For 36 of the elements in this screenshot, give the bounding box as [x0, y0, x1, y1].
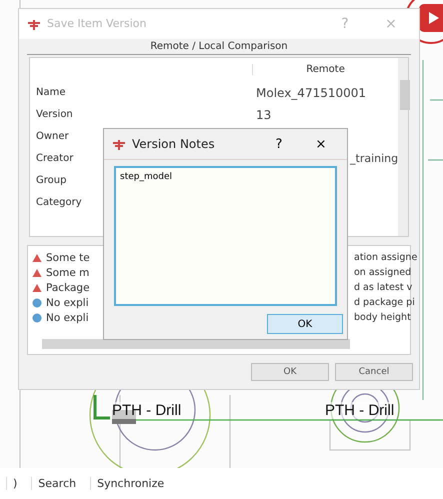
table-cell-text: Name: [35, 87, 66, 98]
pad-label: PTH - Drill: [325, 402, 394, 419]
app-icon: [27, 18, 41, 30]
table-cell-text: Version: [35, 109, 73, 120]
section-title: Remote / Local Comparison: [27, 38, 411, 55]
toolbar-tab[interactable]: ): [6, 477, 24, 490]
ok-button[interactable]: OK: [267, 314, 343, 334]
toolbar-tab[interactable]: Synchronize: [90, 477, 170, 490]
horizontal-scrollbar[interactable]: [42, 339, 350, 349]
dialog-button[interactable]: Cancel: [335, 363, 413, 381]
help-button[interactable]: ?: [261, 136, 297, 152]
close-button[interactable]: ×: [303, 136, 339, 152]
table-cell-text: Creator: [35, 153, 74, 164]
pad-label: PTH - Drill: [112, 402, 182, 419]
message-text: Some te: [46, 252, 91, 264]
table-cell-text: 13: [255, 108, 272, 122]
message-text: body height: [354, 312, 411, 323]
table-cell-text: Category: [35, 197, 82, 208]
table-cell-text: Molex_471510001: [255, 86, 366, 100]
table-cell-text: Owner: [35, 131, 69, 142]
window-title: Version Notes: [132, 137, 216, 151]
dialog-button[interactable]: OK: [251, 363, 329, 381]
message-text: Some m: [46, 266, 90, 278]
message-text: Package: [46, 282, 91, 294]
window-title: Save Item Version: [47, 17, 148, 30]
notes-field[interactable]: step_model: [114, 166, 337, 306]
message-text: on assigned: [354, 267, 412, 278]
message-text: ation assigne: [354, 252, 418, 263]
message-text: d as latest v: [354, 282, 412, 293]
toolbar-tab[interactable]: Search: [31, 477, 82, 490]
message-text: No expli: [46, 296, 90, 308]
message-text: d package pi: [354, 297, 415, 308]
table-cell: _training: [350, 152, 398, 166]
app-icon: [112, 138, 126, 150]
vertical-scrollbar[interactable]: [398, 58, 408, 236]
table-cell-text: Group: [35, 175, 66, 186]
